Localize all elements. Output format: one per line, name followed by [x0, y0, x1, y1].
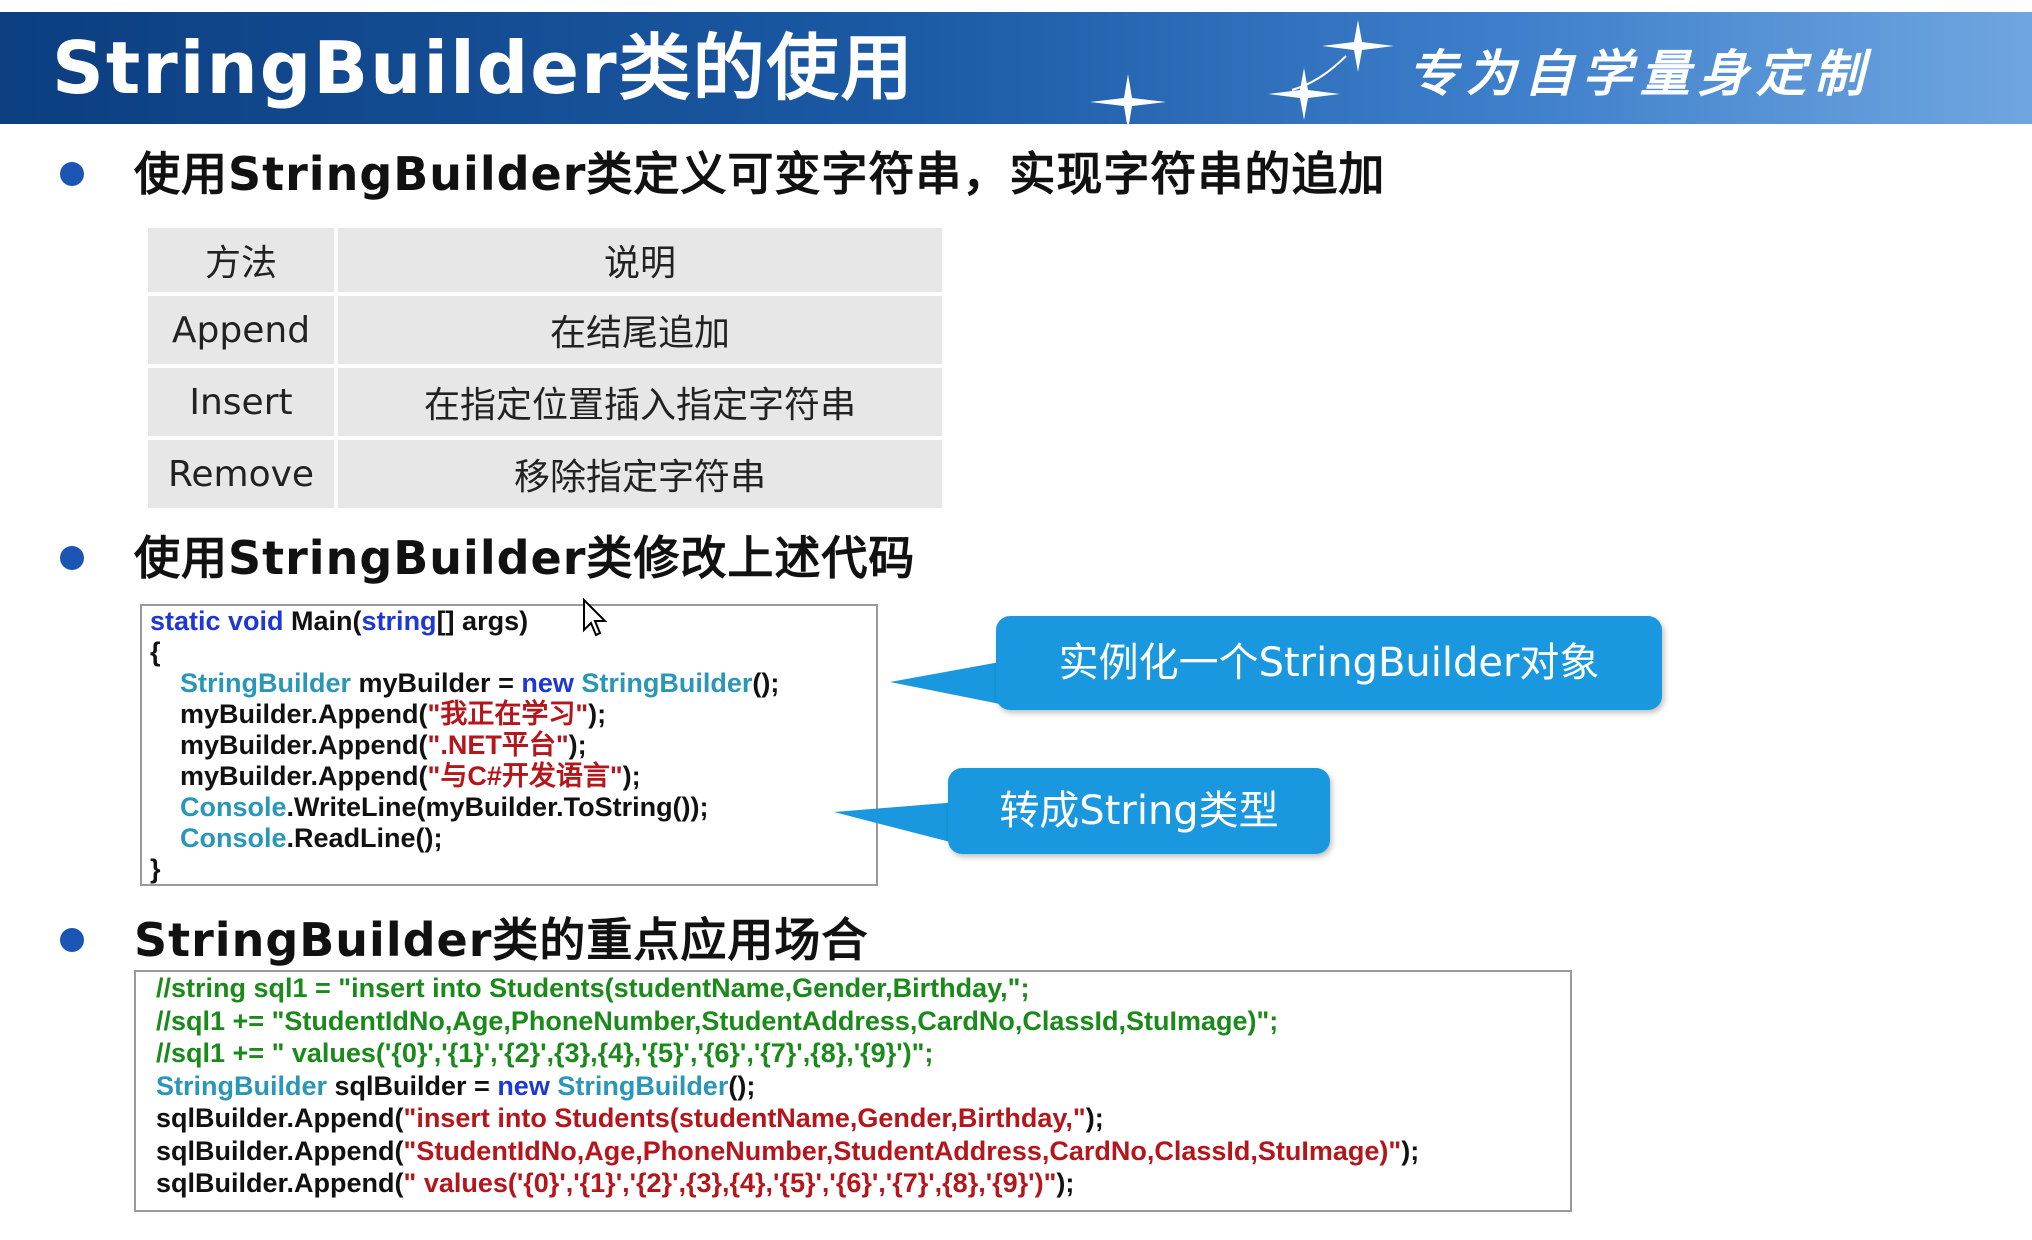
- code-token: .WriteLine(myBuilder.ToString());: [286, 792, 709, 822]
- section-heading: 使用StringBuilder类定义可变字符串，实现字符串的追加: [134, 147, 1386, 201]
- code-line: myBuilder.Append(".NET平台");: [150, 730, 876, 761]
- code-line: StringBuilder sqlBuilder = new StringBui…: [156, 1070, 1570, 1103]
- code-token: .ReadLine();: [286, 823, 443, 853]
- code-line: sqlBuilder.Append(" values('{0}','{1}','…: [156, 1167, 1570, 1200]
- code-token: sqlBuilder.Append(: [156, 1103, 404, 1133]
- code-token: "与C#开发语言": [427, 761, 623, 791]
- code-line: }: [150, 854, 876, 884]
- code-block-sql: //string sql1 = "insert into Students(st…: [134, 970, 1572, 1212]
- bullet-icon: [60, 162, 84, 186]
- code-token: );: [568, 730, 587, 760]
- code-token: "我正在学习": [427, 699, 589, 729]
- code-line: myBuilder.Append("我正在学习");: [150, 699, 876, 730]
- sparkle-star-icon: [1090, 74, 1166, 124]
- table-cell: Insert: [144, 364, 338, 440]
- code-token: ();: [728, 1070, 756, 1101]
- code-token: new: [521, 668, 582, 698]
- code-token: "StudentIdNo,Age,PhoneNumber,StudentAddr…: [403, 1135, 1402, 1166]
- code-token: ".NET平台": [427, 730, 569, 760]
- code-line: //sql1 += "StudentIdNo,Age,PhoneNumber,S…: [156, 1005, 1570, 1038]
- code-token: //string sql1 = "insert into Students(st…: [156, 973, 1030, 1003]
- code-token: [] args): [436, 606, 529, 636]
- code-token: Console: [180, 823, 287, 853]
- slide-title: StringBuilder类的使用: [52, 26, 915, 110]
- slogan: 专为自学量身定制: [1408, 44, 1872, 103]
- code-token: string: [361, 606, 437, 636]
- callout-instantiate: 实例化一个StringBuilder对象: [996, 616, 1662, 710]
- code-token: sqlBuilder.Append(: [156, 1168, 404, 1198]
- code-token: myBuilder.Append(: [150, 730, 428, 760]
- mouse-cursor-icon: [583, 598, 608, 637]
- table-cell: Remove: [144, 436, 338, 512]
- section-heading: StringBuilder类的重点应用场合: [134, 913, 869, 967]
- code-token: new: [497, 1070, 558, 1101]
- code-token: myBuilder =: [351, 668, 522, 698]
- bullet-icon: [60, 928, 84, 952]
- table-row: Append 在结尾追加: [144, 292, 946, 368]
- code-block-main: static void Main(string[] args){ StringB…: [140, 604, 878, 886]
- code-token: Console: [180, 792, 287, 822]
- callout-pointer: [890, 662, 1000, 704]
- table-row: Remove 移除指定字符串: [144, 436, 946, 512]
- code-line: {: [150, 637, 876, 668]
- table-header-cell: 方法: [144, 224, 338, 296]
- code-token: " values('{0}','{1}','{2}',{3},{4},'{5}'…: [403, 1168, 1057, 1198]
- code-token: sqlBuilder.Append(: [156, 1135, 404, 1166]
- code-token: "insert into Students(studentName,Gender…: [403, 1103, 1086, 1133]
- table-header-row: 方法 说明: [144, 224, 946, 296]
- code-token: sqlBuilder =: [327, 1070, 498, 1101]
- code-token: myBuilder.Append(: [150, 761, 428, 791]
- code-token: );: [1401, 1135, 1420, 1166]
- sparkle-line-icon: [1291, 55, 1347, 91]
- code-line: //sql1 += " values('{0}','{1}','{2}',{3}…: [156, 1037, 1570, 1070]
- code-line: sqlBuilder.Append("insert into Students(…: [156, 1102, 1570, 1135]
- code-line: static void Main(string[] args): [150, 606, 876, 637]
- code-line: myBuilder.Append("与C#开发语言");: [150, 761, 876, 792]
- code-token: StringBuilder: [180, 668, 352, 698]
- code-token: ();: [752, 668, 780, 698]
- code-line: sqlBuilder.Append("StudentIdNo,Age,Phone…: [156, 1135, 1570, 1168]
- code-token: }: [150, 854, 161, 884]
- table-cell: 在指定位置插入指定字符串: [334, 364, 946, 440]
- code-line: Console.WriteLine(myBuilder.ToString());: [150, 792, 876, 823]
- code-token: StringBuilder: [557, 1070, 729, 1101]
- table-cell: 在结尾追加: [334, 292, 946, 368]
- callout-pointer: [834, 802, 958, 844]
- section-heading: 使用StringBuilder类修改上述代码: [134, 531, 916, 585]
- code-token: {: [150, 637, 161, 667]
- table-row: Insert 在指定位置插入指定字符串: [144, 364, 946, 440]
- code-line: Console.ReadLine();: [150, 823, 876, 854]
- method-table: 方法 说明 Append 在结尾追加 Insert 在指定位置插入指定字符串 R…: [144, 224, 946, 512]
- table-cell: Append: [144, 292, 338, 368]
- code-token: static void: [150, 606, 292, 636]
- code-token: myBuilder.Append(: [150, 699, 428, 729]
- code-token: StringBuilder: [581, 668, 753, 698]
- code-token: );: [622, 761, 641, 791]
- table-cell: 移除指定字符串: [334, 436, 946, 512]
- code-line: StringBuilder myBuilder = new StringBuil…: [150, 668, 876, 699]
- bullet-icon: [60, 546, 84, 570]
- code-token: );: [1056, 1168, 1075, 1198]
- code-token: );: [1085, 1103, 1104, 1133]
- code-token: Main(: [291, 606, 362, 636]
- code-token: );: [588, 699, 607, 729]
- code-token: //sql1 += "StudentIdNo,Age,PhoneNumber,S…: [156, 1005, 1279, 1036]
- code-line: //string sql1 = "insert into Students(st…: [156, 972, 1570, 1005]
- code-token: StringBuilder: [156, 1070, 328, 1101]
- title-banner: StringBuilder类的使用 专为自学量身定制: [0, 12, 2032, 124]
- code-token: //sql1 += " values('{0}','{1}','{2}',{3}…: [156, 1038, 934, 1068]
- callout-tostring: 转成String类型: [948, 768, 1330, 854]
- table-header-cell: 说明: [334, 224, 946, 296]
